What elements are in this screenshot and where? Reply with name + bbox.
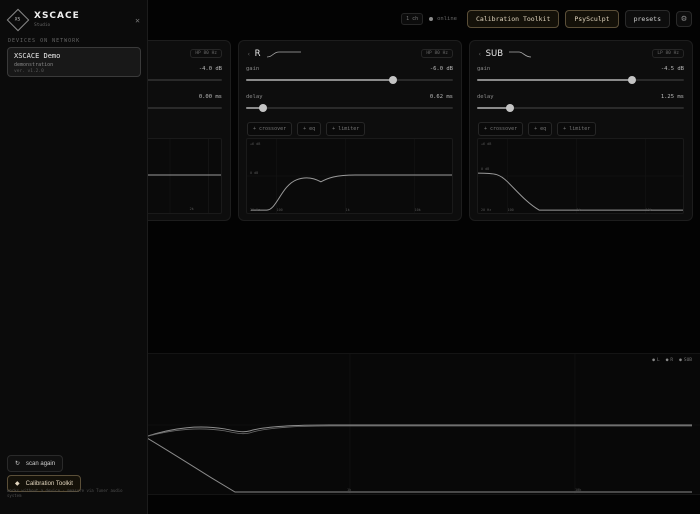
- delay-slider[interactable]: [246, 104, 453, 112]
- psysculpt-button[interactable]: PsySculpt: [565, 10, 619, 28]
- delay-slider-thumb[interactable]: [506, 104, 515, 112]
- response-graph: +6 dB 0 dB 20 Hz 100 1k 10k: [246, 138, 453, 214]
- calibration-toolkit-button[interactable]: Calibration Toolkit: [467, 10, 560, 28]
- presets-button[interactable]: presets: [624, 10, 670, 28]
- calibration-label: Calibration Toolkit: [25, 480, 73, 487]
- channel-card-r: ‹ R HP 80 Hz gain -6.0 dB delay 0.62 ms …: [238, 40, 462, 221]
- scan-again-button[interactable]: ↻ scan again: [7, 455, 64, 472]
- delay-label: delay: [477, 94, 494, 100]
- mini-curve-icon: [266, 51, 301, 58]
- channel-card-sub: ‹ SUB LP 80 Hz gain -4.5 dB delay 1.25 m…: [469, 40, 693, 221]
- channel-count-badge: 1 ch: [401, 13, 424, 25]
- gain-slider[interactable]: [246, 76, 453, 84]
- card-header: ‹ SUB LP 80 Hz: [478, 49, 684, 59]
- db-label: 0 dB: [250, 171, 258, 175]
- mini-curve-icon: [509, 51, 532, 58]
- db-label: +6 dB: [481, 142, 491, 146]
- add-eq-button[interactable]: + eq: [297, 122, 322, 136]
- logo-text: XS: [15, 17, 21, 23]
- card-header: ‹ R HP 80 Hz: [247, 49, 453, 59]
- gain-label: gain: [246, 66, 260, 72]
- gear-icon[interactable]: ⚙: [676, 11, 692, 27]
- processing-chips: + crossover + eq + limiter: [247, 122, 366, 136]
- freq-label: 1k: [346, 208, 350, 212]
- brand-subtitle: Studio: [34, 23, 51, 28]
- legend-item: L: [652, 358, 660, 363]
- gain-label: gain: [477, 66, 491, 72]
- top-bar: 1 ch online Calibration Toolkit PsySculp…: [401, 10, 692, 28]
- add-crossover-button[interactable]: + crossover: [247, 122, 293, 136]
- freq-label: 100: [277, 208, 283, 212]
- device-type: demonstration: [14, 62, 54, 68]
- channel-name: SUB: [485, 49, 504, 59]
- section-label: DEVICES ON NETWORK: [8, 38, 81, 44]
- response-graph: +6 dB 0 dB 20 Hz 100 1k 10k: [477, 138, 684, 214]
- chevron-left-icon[interactable]: ‹: [247, 51, 251, 58]
- gain-slider[interactable]: [477, 76, 684, 84]
- freq-label: 1k: [577, 208, 581, 212]
- freq-label: 1k: [347, 488, 352, 492]
- filter-badge: LP 80 Hz: [652, 49, 684, 58]
- db-label: +6 dB: [250, 142, 260, 146]
- legend-item: SUB: [679, 358, 692, 363]
- refresh-icon: ↻: [15, 461, 21, 467]
- brand-name: XSCACE: [34, 11, 80, 21]
- filter-badge: HP 80 Hz: [190, 49, 222, 58]
- device-name: XSCACE Demo: [14, 52, 61, 60]
- freq-label: 100: [508, 208, 514, 212]
- filter-badge: HP 80 Hz: [421, 49, 453, 58]
- add-eq-button[interactable]: + eq: [528, 122, 553, 136]
- add-limiter-button[interactable]: + limiter: [326, 122, 366, 136]
- device-list-item[interactable]: XSCACE Demo demonstration ver. v1.2.0: [7, 47, 141, 77]
- delay-slider-thumb[interactable]: [258, 104, 267, 112]
- graph-legend: L R SUB: [652, 358, 692, 363]
- freq-label: 10k: [415, 208, 421, 212]
- channel-name: R: [254, 49, 261, 59]
- gain-value: -4.0 dB: [198, 66, 222, 72]
- status-text: online: [437, 16, 457, 22]
- delay-value: 1.25 ms: [660, 94, 684, 100]
- gain-value: -6.0 dB: [429, 66, 453, 72]
- freq-label: 10k: [646, 208, 652, 212]
- brand: XS XSCACE Studio: [6, 8, 80, 32]
- freq-label: 20 Hz: [250, 208, 260, 212]
- delay-value: 0.62 ms: [429, 94, 453, 100]
- delay-label: delay: [246, 94, 263, 100]
- footer-note: works without a device · measure via Tun…: [7, 488, 123, 498]
- scan-again-label: scan again: [26, 460, 56, 467]
- gain-value: -4.5 dB: [660, 66, 684, 72]
- gain-slider-thumb[interactable]: [388, 76, 397, 84]
- delay-slider[interactable]: [477, 104, 684, 112]
- logo-icon: XS: [6, 8, 30, 32]
- diamond-icon: ◆: [15, 481, 20, 487]
- delay-value: 0.00 ms: [198, 94, 222, 100]
- db-label: 0 dB: [481, 167, 489, 171]
- processing-chips: + crossover + eq + limiter: [478, 122, 597, 136]
- freq-label: 2k: [190, 207, 194, 211]
- gain-slider-thumb[interactable]: [628, 76, 637, 84]
- close-icon[interactable]: ✕: [135, 16, 140, 25]
- freq-label: 20 Hz: [481, 208, 491, 212]
- add-crossover-button[interactable]: + crossover: [478, 122, 524, 136]
- legend-item: R: [666, 358, 673, 363]
- status-dot-icon: [429, 17, 434, 21]
- chevron-left-icon[interactable]: ‹: [478, 51, 482, 58]
- device-drawer: XS XSCACE Studio ✕ DEVICES ON NETWORK XS…: [0, 0, 148, 514]
- add-limiter-button[interactable]: + limiter: [557, 122, 597, 136]
- connection-status: online: [429, 16, 457, 22]
- device-version: ver. v1.2.0: [14, 69, 44, 74]
- freq-label: 10k: [575, 488, 582, 492]
